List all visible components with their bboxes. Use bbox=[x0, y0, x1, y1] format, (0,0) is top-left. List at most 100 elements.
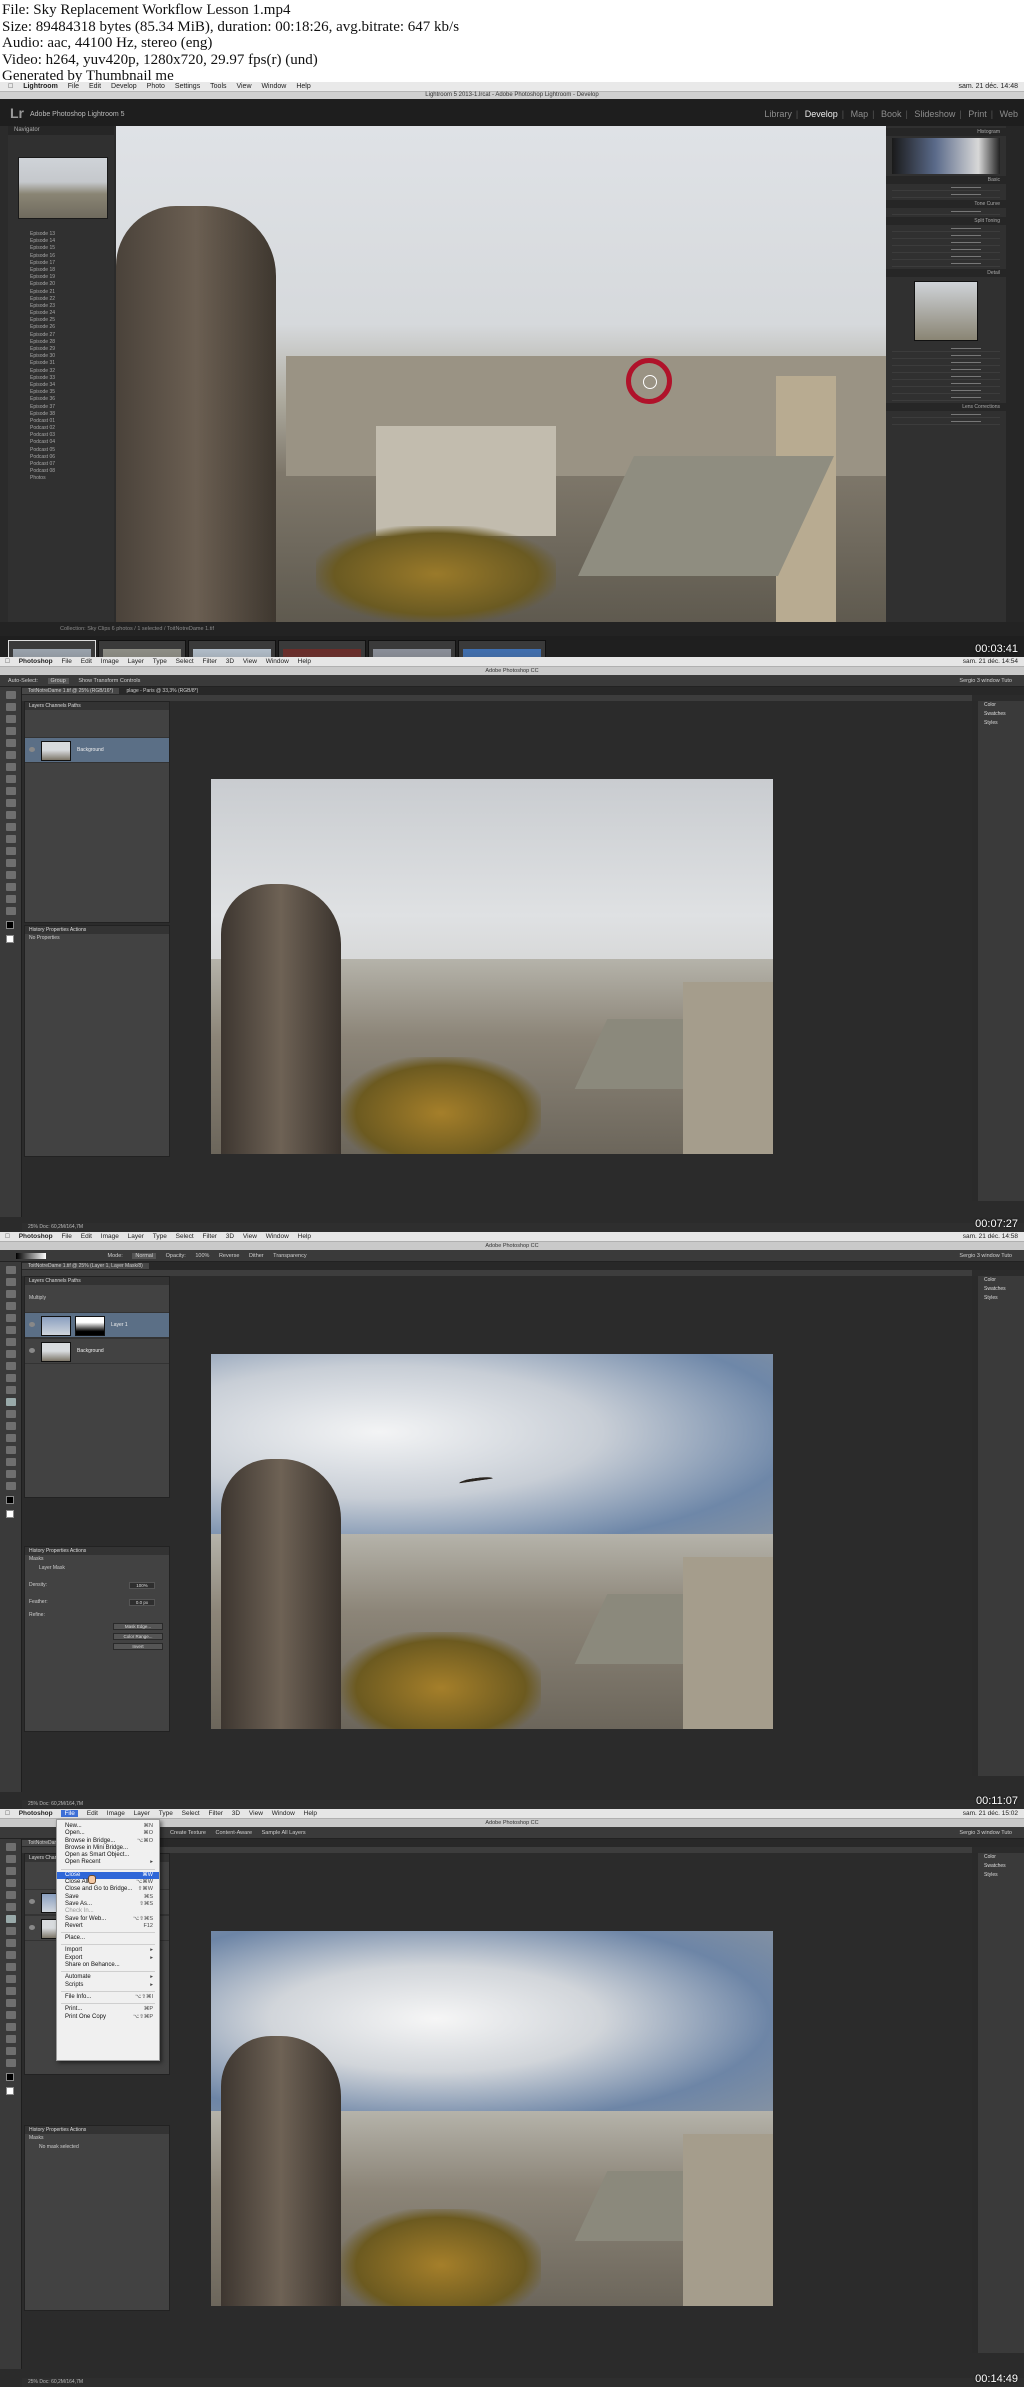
menu-image[interactable]: Image bbox=[107, 1810, 125, 1817]
layer-row[interactable]: Background bbox=[25, 737, 169, 763]
shape-tool-icon[interactable] bbox=[6, 1458, 16, 1466]
eraser-tool-icon[interactable] bbox=[6, 1386, 16, 1394]
foreground-color-swatch[interactable] bbox=[6, 1496, 14, 1504]
visibility-eye-icon[interactable] bbox=[29, 1322, 35, 1327]
file-menu-item[interactable]: Share on Behance... bbox=[57, 1962, 159, 1969]
panel-styles[interactable]: Styles bbox=[978, 1871, 1024, 1880]
panel-swatches[interactable]: Swatches bbox=[978, 1285, 1024, 1294]
file-menu-item[interactable]: Import ▸ bbox=[57, 1947, 159, 1954]
history-brush-icon[interactable] bbox=[6, 1951, 16, 1959]
properties-tabs[interactable]: History Properties Actions bbox=[25, 1547, 169, 1555]
slider[interactable] bbox=[892, 260, 1000, 267]
eyedropper-tool-icon[interactable] bbox=[6, 1326, 16, 1334]
folder-item[interactable]: Episode 37 bbox=[8, 404, 114, 411]
film-thumb[interactable] bbox=[368, 640, 456, 657]
file-menu-item[interactable]: Open as Smart Object... bbox=[57, 1852, 159, 1859]
menu-window[interactable]: Window bbox=[261, 83, 286, 90]
folder-item[interactable]: Podcast 05 bbox=[8, 447, 114, 454]
blend-mode-row[interactable]: Multiply bbox=[25, 1294, 169, 1303]
apple-menu-icon[interactable]:  bbox=[5, 658, 10, 665]
panel-swatches[interactable]: Swatches bbox=[978, 1862, 1024, 1871]
menu-photoshop[interactable]: Photoshop bbox=[19, 1233, 53, 1240]
slider[interactable] bbox=[892, 345, 1000, 352]
menu-image[interactable]: Image bbox=[101, 658, 119, 665]
lasso-tool-icon[interactable] bbox=[6, 1867, 16, 1875]
menu-edit[interactable]: Edit bbox=[81, 658, 92, 665]
folder-item[interactable]: Episode 16 bbox=[8, 253, 114, 260]
menu-window[interactable]: Window bbox=[266, 658, 289, 665]
mask-edge-button[interactable]: Mask Edge... bbox=[113, 1623, 163, 1630]
folder-item[interactable]: Podcast 04 bbox=[8, 439, 114, 446]
file-menu-item[interactable]: Browse in Bridge... ⌥⌘O bbox=[57, 1838, 159, 1845]
lasso-tool-icon[interactable] bbox=[6, 715, 16, 723]
eraser-tool-icon[interactable] bbox=[6, 811, 16, 819]
folder-item[interactable]: Podcast 03 bbox=[8, 432, 114, 439]
option-opacity[interactable]: 100% bbox=[195, 1253, 209, 1259]
menu-select[interactable]: Select bbox=[176, 658, 194, 665]
file-menu-item[interactable]: Browse in Mini Bridge... bbox=[57, 1845, 159, 1852]
menu-help[interactable]: Help bbox=[296, 83, 310, 90]
basic-header[interactable]: Basic bbox=[886, 176, 1006, 184]
stamp-tool-icon[interactable] bbox=[6, 787, 16, 795]
folder-item[interactable]: Podcast 06 bbox=[8, 454, 114, 461]
menu-lightroom[interactable]: Lightroom bbox=[23, 83, 58, 90]
module-web[interactable]: Web bbox=[1000, 109, 1018, 119]
option-group[interactable]: Group bbox=[47, 678, 69, 684]
hand-tool-icon[interactable] bbox=[6, 895, 16, 903]
pen-tool-icon[interactable] bbox=[6, 847, 16, 855]
folder-item[interactable]: Episode 31 bbox=[8, 360, 114, 367]
file-menu-item[interactable]: Print One Copy ⌥⇧⌘P bbox=[57, 2014, 159, 2021]
file-menu-item[interactable]: Save As... ⇧⌘S bbox=[57, 1901, 159, 1908]
move-tool-icon[interactable] bbox=[6, 1843, 16, 1851]
slider[interactable] bbox=[892, 366, 1000, 373]
option-create-texture[interactable]: Create Texture bbox=[170, 1830, 206, 1836]
menu-type[interactable]: Type bbox=[159, 1810, 173, 1817]
crop-tool-icon[interactable] bbox=[6, 739, 16, 747]
folder-item[interactable]: Episode 23 bbox=[8, 303, 114, 310]
marquee-tool-icon[interactable] bbox=[6, 1855, 16, 1863]
menu-filter[interactable]: Filter bbox=[203, 658, 217, 665]
file-menu-item[interactable]: Place... bbox=[57, 1935, 159, 1942]
doc-tab[interactable]: plage - Paris @ 33,3% (RGB/8*) bbox=[121, 688, 205, 694]
history-brush-icon[interactable] bbox=[6, 799, 16, 807]
folder-item[interactable]: Episode 24 bbox=[8, 310, 114, 317]
visibility-eye-icon[interactable] bbox=[29, 1348, 35, 1353]
menu-file[interactable]: File bbox=[61, 658, 71, 665]
folder-item[interactable]: Podcast 01 bbox=[8, 418, 114, 425]
module-develop[interactable]: Develop bbox=[805, 109, 838, 119]
feather-field[interactable]: 0.0 px bbox=[129, 1599, 155, 1606]
folder-item[interactable]: Episode 34 bbox=[8, 382, 114, 389]
visibility-eye-icon[interactable] bbox=[29, 1899, 35, 1904]
module-print[interactable]: Print bbox=[968, 109, 987, 119]
properties-tabs[interactable]: History Properties Actions bbox=[25, 926, 169, 934]
pen-tool-icon[interactable] bbox=[6, 1999, 16, 2007]
menu-3d[interactable]: 3D bbox=[232, 1810, 240, 1817]
develop-canvas[interactable] bbox=[116, 126, 886, 622]
menu-type[interactable]: Type bbox=[153, 1233, 167, 1240]
apple-menu-icon[interactable]:  bbox=[8, 83, 13, 90]
right-scrollbar[interactable] bbox=[1006, 126, 1024, 622]
background-color-swatch[interactable] bbox=[6, 935, 14, 943]
folder-item[interactable]: Episode 29 bbox=[8, 346, 114, 353]
gradient-tool-icon[interactable] bbox=[6, 1975, 16, 1983]
history-brush-icon[interactable] bbox=[6, 1374, 16, 1382]
folder-item[interactable]: Episode 27 bbox=[8, 332, 114, 339]
panel-styles[interactable]: Styles bbox=[978, 719, 1024, 728]
targeted-adjustment-icon[interactable] bbox=[626, 358, 672, 404]
doc-tab[interactable]: ToitNotreDame 1.tif @ 25% (RGB/16*) bbox=[22, 688, 120, 694]
file-menu-item[interactable]: Revert F12 bbox=[57, 1923, 159, 1930]
option-auto-select[interactable]: Auto-Select: bbox=[8, 678, 38, 684]
lens-corrections-header[interactable]: Lens Corrections bbox=[886, 403, 1006, 411]
panel-styles[interactable]: Styles bbox=[978, 1294, 1024, 1303]
slider[interactable] bbox=[892, 359, 1000, 366]
film-thumb[interactable] bbox=[98, 640, 186, 657]
menu-image[interactable]: Image bbox=[101, 1233, 119, 1240]
folder-item[interactable]: Episode 13 bbox=[8, 231, 114, 238]
slider[interactable] bbox=[892, 253, 1000, 260]
tone-curve-header[interactable]: Tone Curve bbox=[886, 200, 1006, 208]
file-menu-item[interactable]: File Info... ⌥⇧⌘I bbox=[57, 1994, 159, 2001]
slider[interactable] bbox=[892, 239, 1000, 246]
file-menu-item[interactable]: Close ⌘W bbox=[57, 1871, 159, 1880]
blend-mode[interactable]: Multiply bbox=[29, 1295, 46, 1301]
layer-mask-thumbnail[interactable] bbox=[75, 1316, 105, 1336]
